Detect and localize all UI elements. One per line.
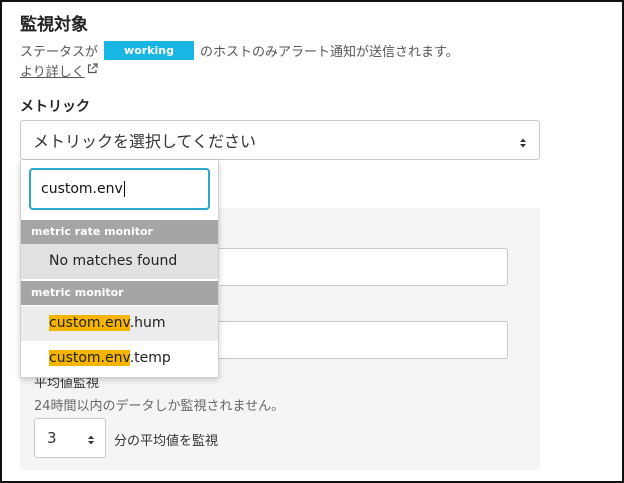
metric-dropdown: custom.env metric rate monitor No matche… [20,160,219,378]
threshold-input-warning[interactable] [210,248,508,286]
option-custom-env-hum[interactable]: custom.env.hum [21,306,218,341]
select-arrows-icon [519,134,527,153]
minutes-value: 3 [47,429,57,447]
option-suffix: .hum [129,315,166,331]
select-arrows-icon [87,432,95,450]
no-matches-message: No matches found [21,244,218,279]
metric-search-value: custom.env [41,181,123,197]
text-caret [123,181,125,197]
status-description: ステータスが working のホストのみアラート通知が送信されます。 [20,41,459,60]
group-header-metric-rate-monitor: metric rate monitor [21,220,218,244]
threshold-input-critical[interactable] [210,321,508,359]
average-monitor-suffix: 分の平均値を監視 [114,434,219,449]
status-badge: working [104,41,195,60]
section-title: 監視対象 [20,15,88,35]
minutes-select[interactable]: 3 [34,418,106,458]
learn-more-link[interactable]: より詳しく [20,61,98,80]
match-highlight: custom.env [49,315,130,331]
match-highlight: custom.env [49,350,130,366]
metric-select-placeholder: メトリックを選択してください [33,132,257,151]
metric-search-input[interactable]: custom.env [29,168,210,210]
average-monitor-note: 24時間以内のデータしか監視されません。 [34,399,285,414]
external-link-icon [87,63,98,78]
metric-select[interactable]: メトリックを選択してください [20,120,540,160]
option-custom-env-temp[interactable]: custom.env.temp [21,341,218,376]
metric-label: メトリック [20,99,90,115]
description-prefix: ステータスが [20,45,99,60]
description-suffix: のホストのみアラート通知が送信されます。 [200,45,459,60]
group-header-metric-monitor: metric monitor [21,281,218,305]
learn-more-label: より詳しく [20,65,85,80]
option-suffix: .temp [129,350,171,366]
